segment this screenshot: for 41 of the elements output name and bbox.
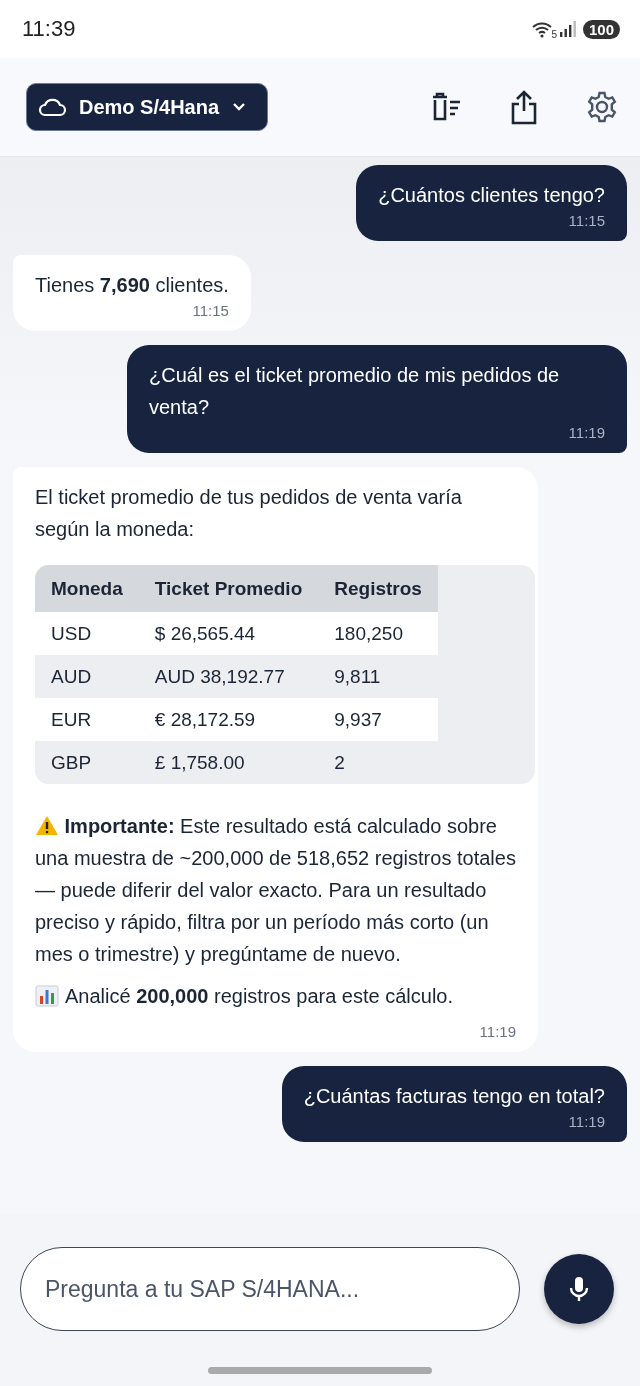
- message-time: 11:19: [567, 1112, 605, 1132]
- message-text: ¿Cuántas facturas tengo en total?: [303, 1084, 605, 1109]
- message-text: ¿Cuántos clientes tengo?: [378, 183, 605, 208]
- chevron-down-icon: [231, 102, 248, 112]
- settings-icon[interactable]: [586, 91, 618, 123]
- column-header: Moneda: [35, 565, 139, 612]
- message-time: 11:15: [567, 211, 605, 231]
- table-cell: 9,811: [318, 655, 438, 698]
- battery-level: 100: [582, 19, 620, 39]
- table-cell: USD: [35, 612, 139, 655]
- message-time: 11:19: [478, 1022, 516, 1042]
- summary-text: Analicé 200,000 registros para este cálculo.: [65, 984, 453, 1009]
- message-time: 11:19: [567, 423, 605, 443]
- bar-chart-icon: [35, 985, 59, 1007]
- cloud-icon: [37, 97, 67, 117]
- warning-icon: [35, 815, 59, 836]
- table-cell: AUD: [35, 655, 139, 698]
- column-header: Ticket Promedio: [138, 565, 319, 612]
- wifi-icon: [532, 20, 553, 38]
- table-cell: $ 26,565.44: [138, 612, 319, 655]
- microphone-icon: [568, 1275, 590, 1303]
- status-time: 11:39: [22, 16, 76, 42]
- message-text: Tienes 7,690 clientes.: [35, 273, 229, 298]
- message-text: El ticket promedio de tus pedidos de venta varía según la moneda:: [35, 485, 463, 542]
- workspace-dropdown[interactable]: Demo S/4Hana: [26, 83, 269, 131]
- message-time: 11:15: [191, 301, 229, 321]
- message-input[interactable]: Pregunta a tu SAP S/4HANA...: [20, 1247, 520, 1331]
- table-cell: GBP: [35, 741, 139, 784]
- share-icon[interactable]: [510, 89, 538, 125]
- table-cell: € 28,172.59: [138, 698, 319, 741]
- column-header: Registros: [318, 565, 438, 612]
- table-cell: AUD 38,192.77: [138, 655, 319, 698]
- warning-paragraph: Importante: Este resultado está calculado sobre una muestra de ~200,000 de 518,652 registros totales — puede diferir del valor exacto. Para un resultado preciso y rápido, filtra por un período más corto (un mes o trimestre) y pregúntame de nuevo.: [35, 815, 516, 965]
- message-text: ¿Cuál es el ticket promedio de mis pedidos de venta?: [149, 363, 561, 420]
- wifi-label: 5: [551, 28, 557, 40]
- signal-icon: [558, 20, 577, 38]
- microphone-button[interactable]: [544, 1254, 614, 1324]
- clear-chat-icon[interactable]: [430, 92, 462, 122]
- table-cell: 180,250: [318, 612, 438, 655]
- table-cell: 9,937: [318, 698, 438, 741]
- table-cell: EUR: [35, 698, 139, 741]
